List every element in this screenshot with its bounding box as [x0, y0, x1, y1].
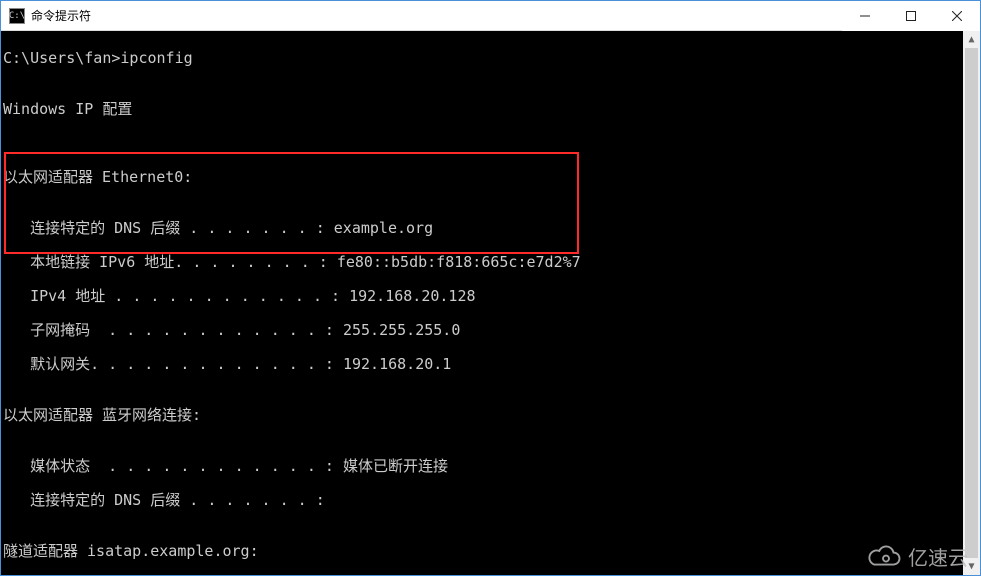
scroll-up-arrow-icon[interactable]: ▲	[963, 31, 980, 48]
minimize-icon	[860, 11, 870, 21]
close-icon	[952, 11, 962, 21]
window-title: 命令提示符	[31, 7, 91, 24]
adapter-field: 连接特定的 DNS 后缀 . . . . . . . :	[3, 492, 980, 509]
scrollbar-thumb[interactable]	[965, 48, 978, 558]
app-icon: C:\	[9, 8, 25, 24]
adapter-field: 默认网关. . . . . . . . . . . . . : 192.168.…	[3, 356, 980, 373]
prompt-line: C:\Users\fan>ipconfig	[3, 50, 980, 67]
command-prompt-window: C:\ 命令提示符 C:\Users\fan>ipconfig Windows …	[0, 0, 981, 576]
adapter-field: 连接特定的 DNS 后缀 . . . . . . . : example.org	[3, 220, 980, 237]
adapter-field: IPv4 地址 . . . . . . . . . . . . : 192.16…	[3, 288, 980, 305]
adapter-field: 子网掩码 . . . . . . . . . . . . : 255.255.2…	[3, 322, 980, 339]
adapter-field: 本地链接 IPv6 地址. . . . . . . . : fe80::b5db…	[3, 254, 980, 271]
terminal-output[interactable]: C:\Users\fan>ipconfig Windows IP 配置 以太网适…	[1, 31, 980, 575]
titlebar[interactable]: C:\ 命令提示符	[1, 1, 980, 31]
maximize-button[interactable]	[888, 1, 934, 31]
adapter-title: 以太网适配器 Ethernet0:	[3, 169, 980, 186]
minimize-button[interactable]	[842, 1, 888, 31]
scrollbar-track[interactable]	[963, 48, 980, 558]
close-button[interactable]	[934, 1, 980, 31]
adapter-field: 媒体状态 . . . . . . . . . . . . : 媒体已断开连接	[3, 458, 980, 475]
vertical-scrollbar[interactable]: ▲ ▼	[963, 31, 980, 575]
ipconfig-header: Windows IP 配置	[3, 101, 980, 118]
adapter-title: 以太网适配器 蓝牙网络连接:	[3, 407, 980, 424]
scroll-down-arrow-icon[interactable]: ▼	[963, 558, 980, 575]
maximize-icon	[906, 11, 916, 21]
adapter-title: 隧道适配器 isatap.example.org:	[3, 543, 980, 560]
